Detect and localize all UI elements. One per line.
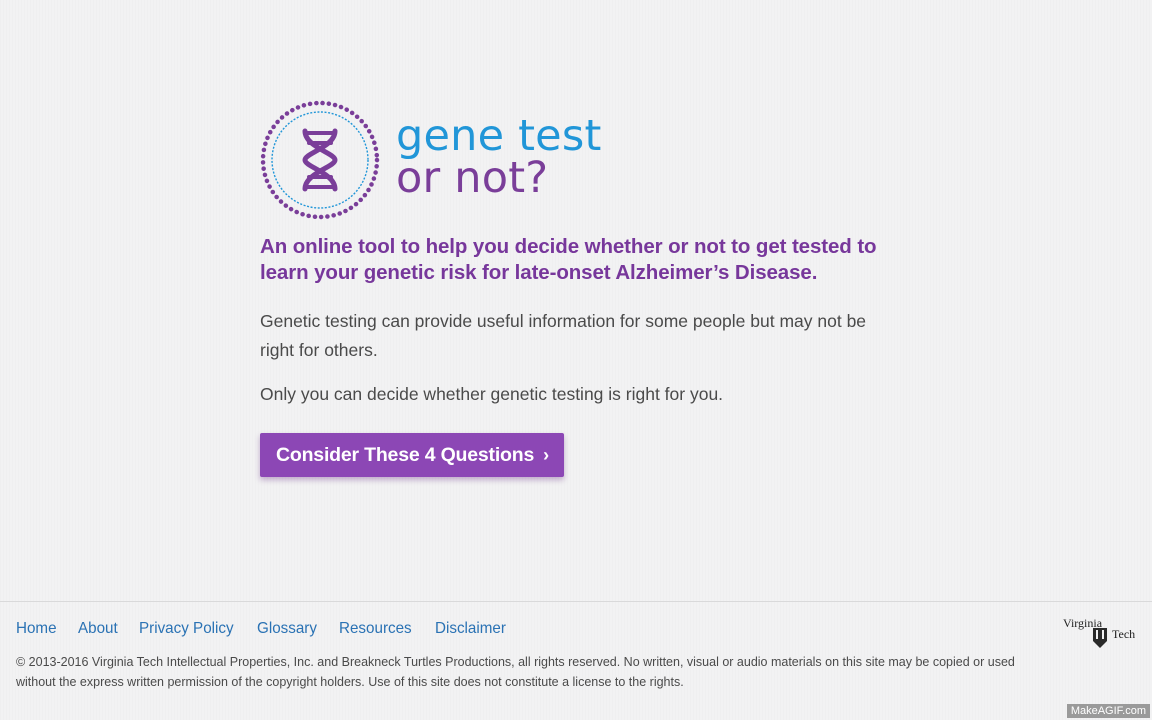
footer-link-resources[interactable]: Resources (339, 620, 412, 638)
consider-questions-button[interactable]: Consider These 4 Questions › (260, 433, 564, 477)
chevron-right-icon: › (543, 444, 549, 465)
cta-label: Consider These 4 Questions (276, 443, 535, 466)
logo-wordmark: gene test or not? (396, 111, 602, 203)
vt-logo-word-2: Tech (1112, 627, 1136, 641)
virginia-tech-logo[interactable]: Virginia Tech (1062, 616, 1138, 652)
page-tagline: An online tool to help you decide whethe… (260, 235, 877, 284)
site-footer: Home About Privacy Policy Glossary Resou… (0, 601, 1152, 720)
logo-line-2: or not? (396, 153, 549, 203)
footer-link-privacy-policy[interactable]: Privacy Policy (139, 620, 234, 638)
site-logo[interactable]: gene test or not? (260, 98, 880, 222)
logo-line-1: gene test (396, 111, 602, 161)
makeagif-watermark: MakeAGIF.com (1066, 704, 1150, 718)
footer-link-disclaimer[interactable]: Disclaimer (435, 620, 506, 638)
footer-link-about[interactable]: About (78, 620, 118, 638)
vt-shield-icon (1093, 628, 1107, 648)
footer-nav: Home About Privacy Policy Glossary Resou… (16, 620, 528, 638)
decision-paragraph: Only you can decide whether genetic test… (260, 384, 724, 404)
main-content: gene test or not? An online tool to help… (260, 98, 880, 477)
footer-link-home[interactable]: Home (16, 620, 57, 638)
dna-icon (260, 100, 380, 220)
copyright-text: © 2013-2016 Virginia Tech Intellectual P… (16, 655, 1015, 689)
footer-link-glossary[interactable]: Glossary (257, 620, 317, 638)
intro-paragraph: Genetic testing can provide useful infor… (260, 311, 867, 360)
